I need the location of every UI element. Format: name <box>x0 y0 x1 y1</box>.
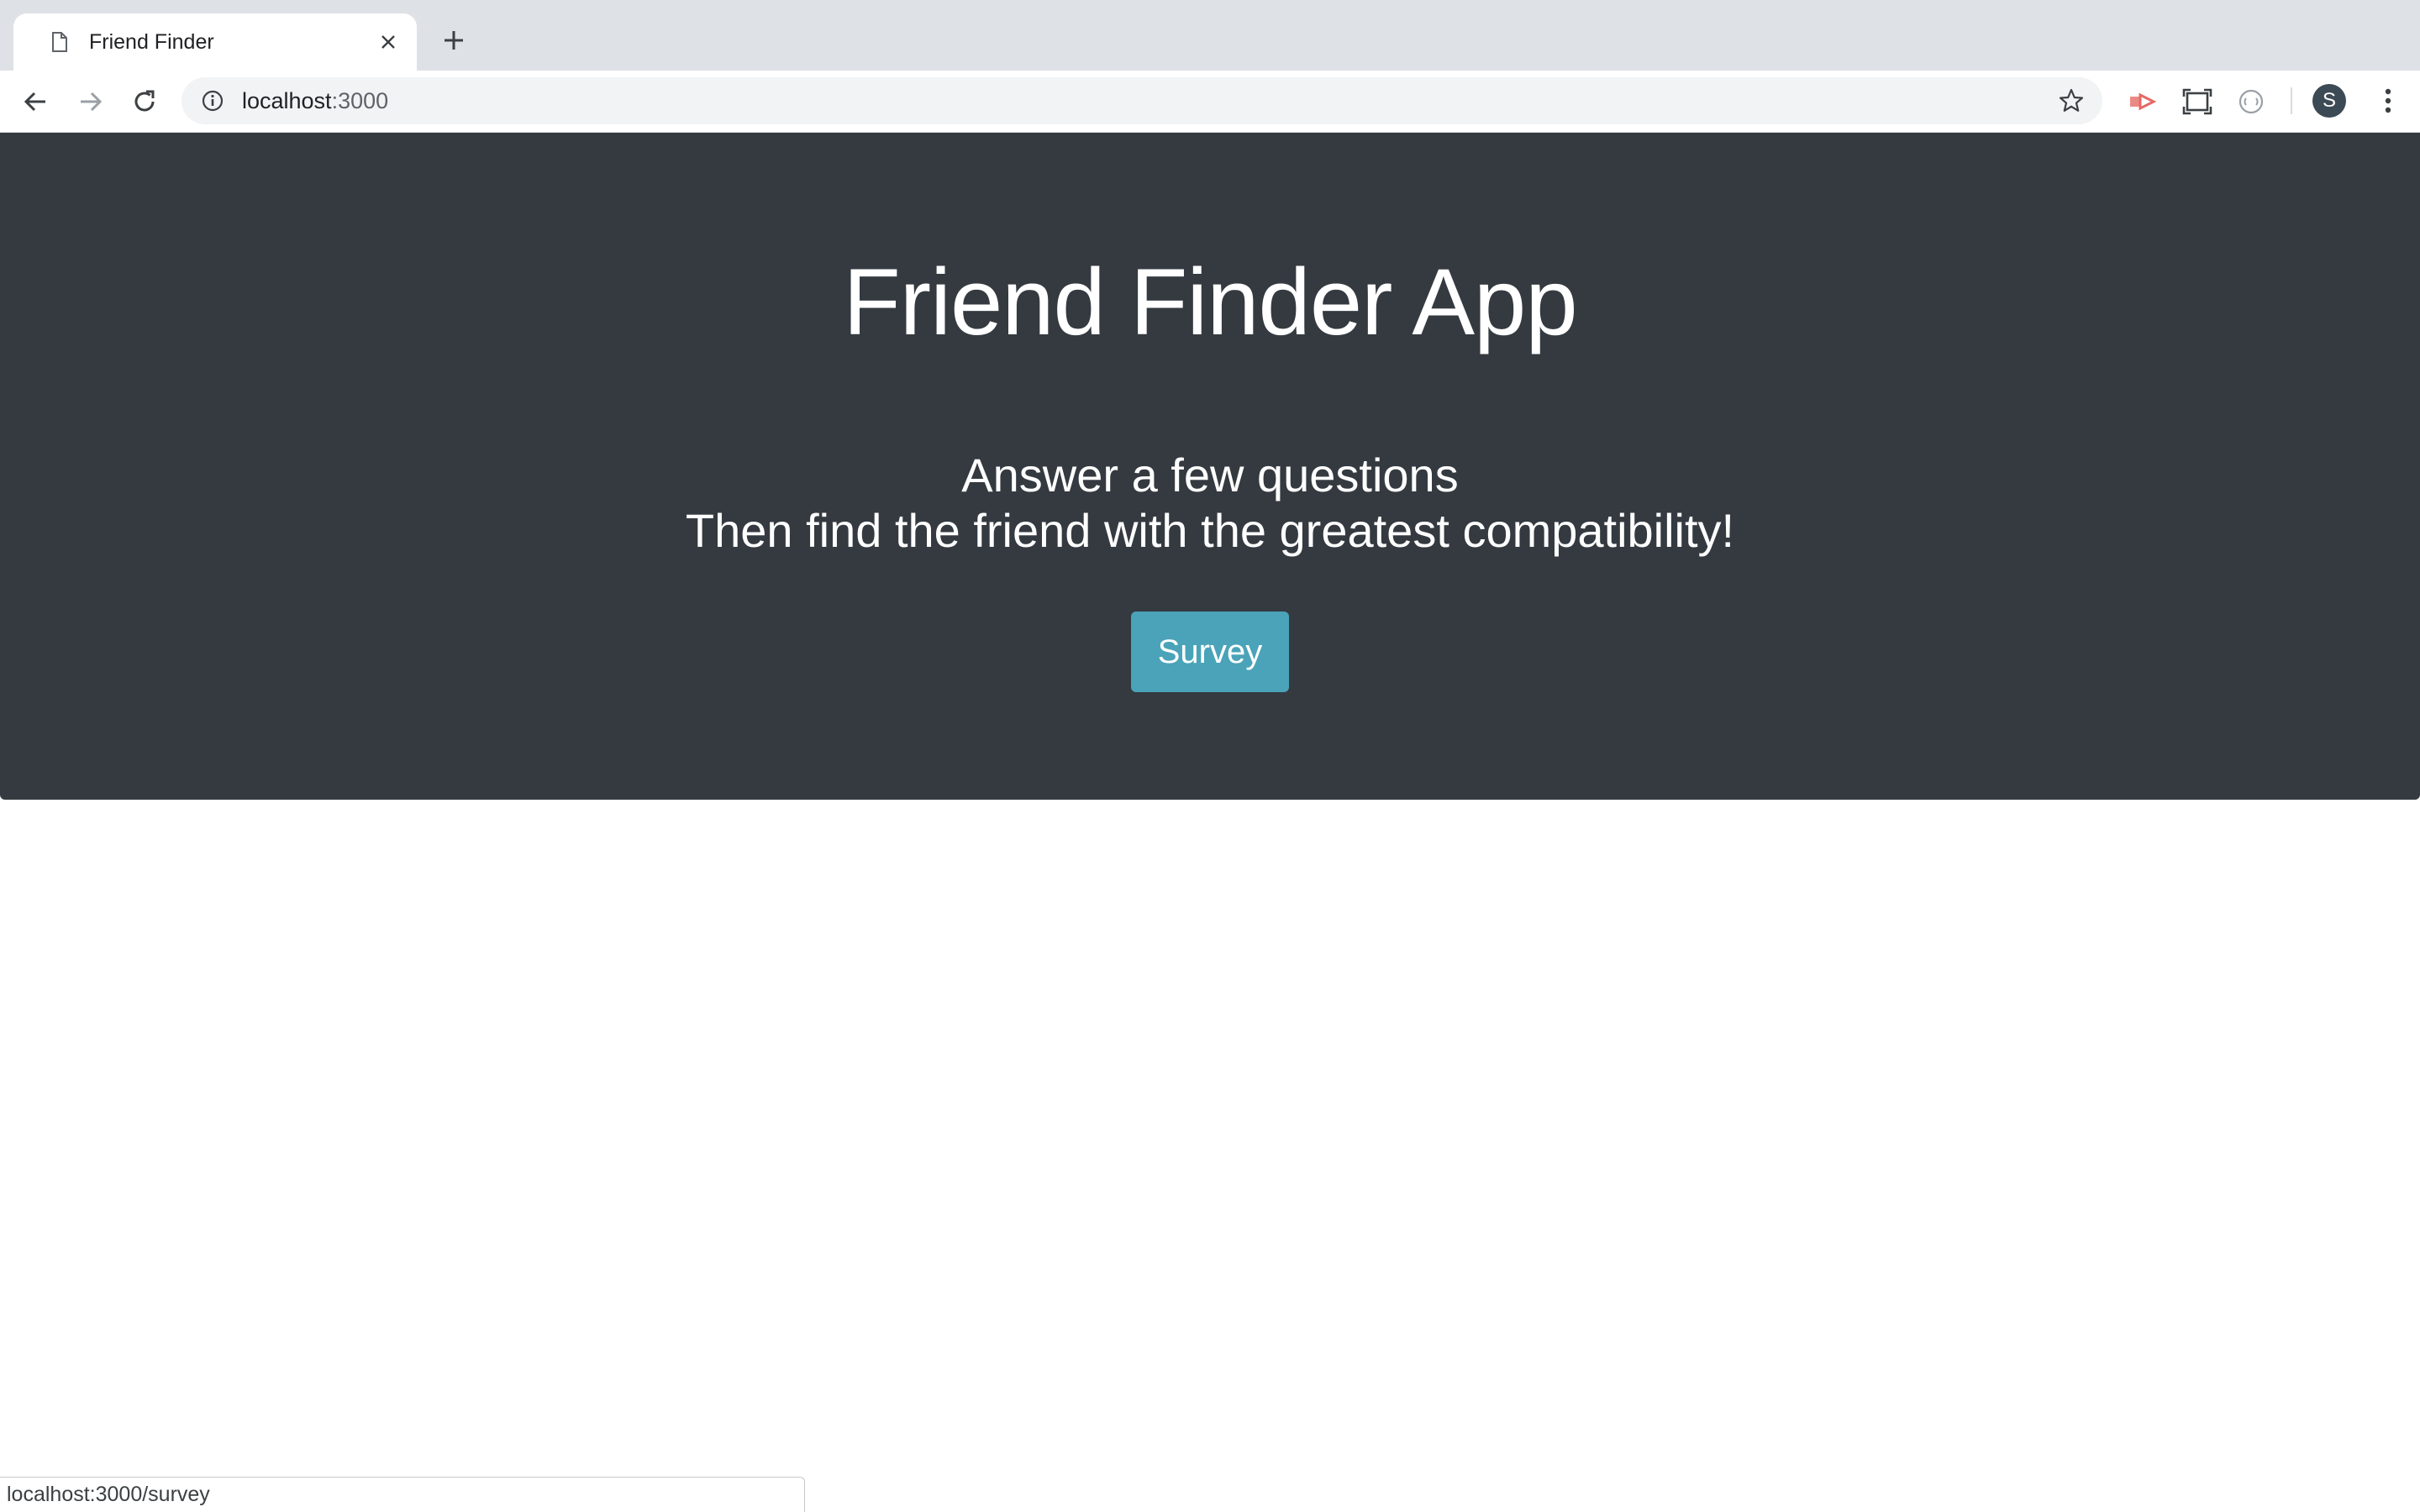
url-port: :3000 <box>331 87 389 113</box>
lead-text-line-1: Answer a few questions <box>961 449 1459 501</box>
browser-tab-friend-finder[interactable]: Friend Finder <box>13 13 417 71</box>
profile-avatar[interactable]: S <box>2312 84 2346 118</box>
browser-tab-strip: Friend Finder <box>0 0 2420 71</box>
arrow-right-icon[interactable] <box>74 85 108 118</box>
lead-text-line-2: Then find the friend with the greatest c… <box>685 504 1735 557</box>
tab-title: Friend Finder <box>89 29 214 54</box>
vertical-dots-icon[interactable] <box>2371 84 2405 118</box>
loading-extension-icon[interactable] <box>2233 84 2269 119</box>
page-title: Friend Finder App <box>843 249 1577 354</box>
red-extension-icon[interactable] <box>2124 84 2160 119</box>
url-host: localhost <box>242 87 332 113</box>
url-text: localhost:3000 <box>242 88 2057 114</box>
survey-button[interactable]: Survey <box>1131 612 1289 692</box>
toolbar-separator <box>2291 87 2292 114</box>
star-icon[interactable] <box>2057 87 2086 115</box>
jumbotron: Friend Finder App Answer a few questions… <box>0 133 2420 800</box>
page-icon <box>47 30 71 54</box>
plus-icon[interactable] <box>439 25 469 55</box>
screenshot-extension-icon[interactable] <box>2180 84 2215 119</box>
info-icon[interactable] <box>200 88 225 113</box>
close-icon[interactable] <box>376 30 400 54</box>
address-bar[interactable]: localhost:3000 <box>182 77 2102 124</box>
arrow-left-icon[interactable] <box>18 85 52 118</box>
browser-toolbar: localhost:3000 <box>0 71 2420 133</box>
reload-icon[interactable] <box>128 85 161 118</box>
status-bar-url: localhost:3000/survey <box>0 1477 805 1512</box>
